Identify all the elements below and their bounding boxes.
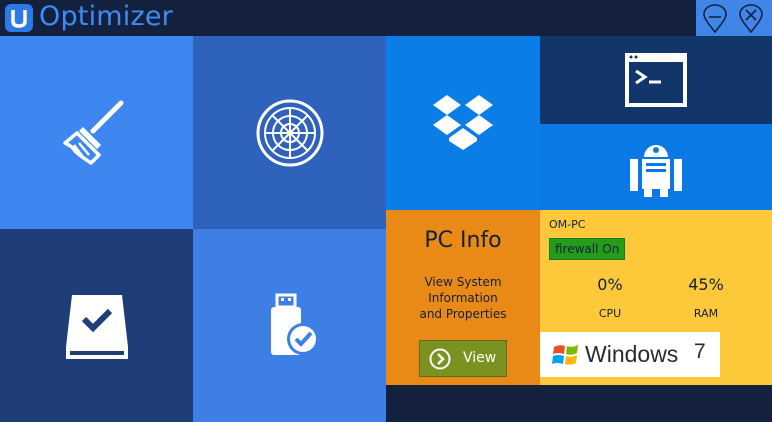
close-icon[interactable] — [737, 4, 765, 34]
pc-info-description: View System Information and Properties — [386, 274, 540, 322]
app-logo-icon — [5, 4, 33, 32]
robot-tile[interactable] — [540, 124, 772, 210]
broom-icon — [62, 100, 123, 165]
window-controls — [696, 0, 772, 36]
dropbox-icon — [433, 95, 493, 150]
pc-info-title: PC Info — [424, 228, 502, 253]
os-name: Windows — [585, 341, 679, 367]
usb-tile[interactable] — [193, 229, 386, 422]
optimizer-window: Optimizer PC Info View System Informatio… — [0, 0, 772, 422]
chevron-right-icon — [429, 348, 451, 370]
minimize-icon[interactable] — [701, 4, 729, 34]
radar-icon — [256, 99, 323, 166]
app-title: Optimizer — [39, 1, 173, 32]
dropbox-tile[interactable] — [386, 36, 540, 210]
pc-info-desc-line: and Properties — [419, 307, 507, 321]
drive-check-icon — [65, 294, 128, 359]
view-button-label: View — [463, 350, 497, 366]
pc-info-tile: PC Info View System Information and Prop… — [386, 210, 540, 385]
ram-usage-value: 45% — [688, 275, 724, 294]
os-version: 7 — [694, 340, 706, 363]
view-button[interactable]: View — [419, 340, 507, 377]
terminal-tile[interactable] — [540, 36, 772, 124]
hostname: OM-PC — [549, 218, 586, 231]
title-bar: Optimizer — [0, 0, 772, 36]
firewall-status-badge: firewall On — [549, 238, 626, 260]
robot-icon — [630, 145, 682, 197]
ram-label: RAM — [693, 307, 719, 320]
cleaner-tile[interactable] — [0, 36, 193, 229]
scanner-tile[interactable] — [193, 36, 386, 229]
os-badge: Windows 7 — [540, 332, 720, 377]
system-status-tile: OM-PC firewall On 0% CPU 45% RAM Windows… — [540, 210, 772, 385]
windows-flag-icon — [552, 345, 578, 365]
drive-tile[interactable] — [0, 229, 193, 422]
terminal-icon — [625, 53, 687, 107]
cpu-usage-value: 0% — [597, 275, 623, 294]
usb-check-icon — [270, 293, 319, 355]
pc-info-desc-line: Information — [428, 291, 498, 305]
cpu-label: CPU — [598, 307, 622, 320]
pc-info-desc-line: View System — [424, 275, 502, 289]
